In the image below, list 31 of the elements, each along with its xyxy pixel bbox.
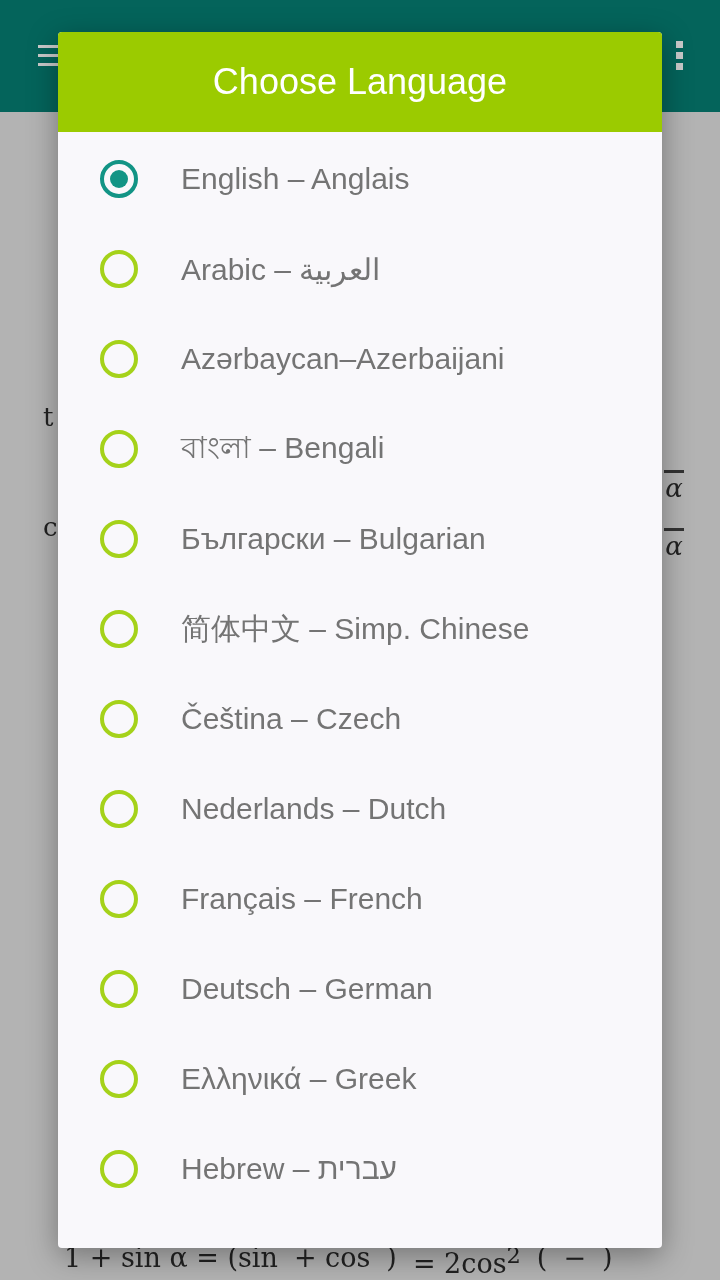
- radio-button[interactable]: [100, 520, 138, 558]
- language-option[interactable]: English – Anglais: [181, 162, 410, 196]
- language-option[interactable]: Hebrew – עברית: [181, 1152, 398, 1186]
- formula-text: (: [536, 1242, 548, 1275]
- radio-button[interactable]: [100, 700, 138, 738]
- language-option[interactable]: Azərbaycan–Azerbaijani: [181, 342, 505, 376]
- radio-button[interactable]: [100, 970, 138, 1008]
- language-option[interactable]: 简体中文 – Simp. Chinese: [181, 608, 530, 650]
- more-options-icon[interactable]: [676, 41, 684, 71]
- language-option[interactable]: Čeština – Czech: [181, 702, 402, 736]
- radio-button[interactable]: [100, 880, 138, 918]
- language-option[interactable]: Français – French: [181, 882, 423, 916]
- radio-button[interactable]: [100, 790, 138, 828]
- language-option[interactable]: বাংলা – Bengali: [181, 423, 385, 475]
- radio-button[interactable]: [100, 250, 138, 288]
- language-option[interactable]: Nederlands – Dutch: [181, 792, 447, 826]
- radio-button[interactable]: [100, 160, 138, 198]
- language-option[interactable]: Български – Bulgarian: [181, 522, 486, 556]
- radio-button[interactable]: [100, 1060, 138, 1098]
- language-option[interactable]: Deutsch – German: [181, 972, 433, 1006]
- formula-text: −: [563, 1242, 586, 1275]
- radio-button[interactable]: [100, 610, 138, 648]
- formula-text: t: [43, 402, 54, 432]
- radio-button[interactable]: [100, 340, 138, 378]
- radio-button[interactable]: [100, 1150, 138, 1188]
- language-option[interactable]: Arabic – العربية: [181, 251, 381, 287]
- formula-text: + cos: [293, 1242, 371, 1275]
- radio-button[interactable]: [100, 430, 138, 468]
- formula-text: c: [43, 512, 58, 542]
- language-option[interactable]: Ελληνικά – Greek: [181, 1062, 417, 1096]
- dialog-title: Choose Language: [212, 61, 508, 103]
